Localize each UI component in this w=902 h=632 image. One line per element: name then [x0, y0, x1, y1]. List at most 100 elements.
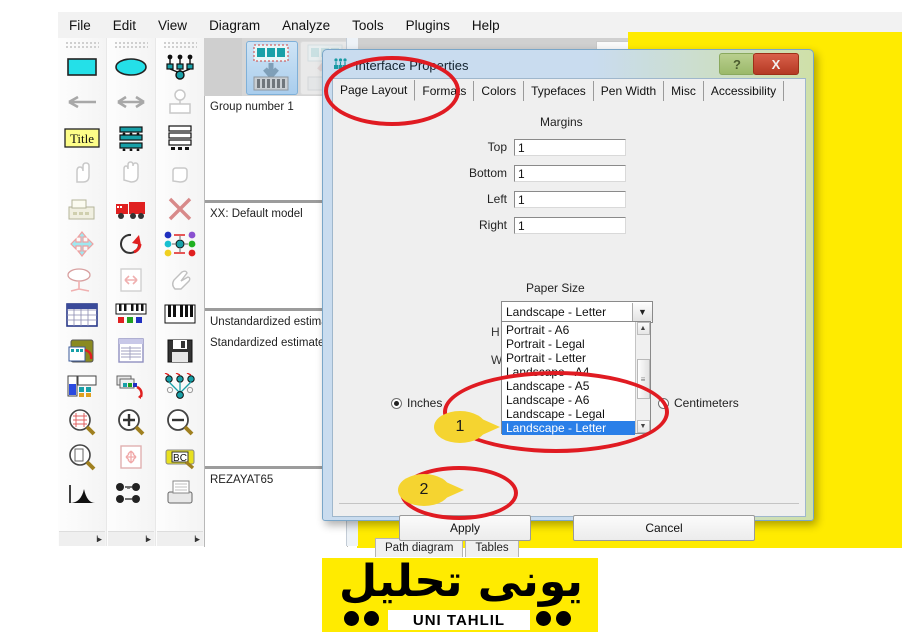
tab-pen-width[interactable]: Pen Width: [594, 81, 665, 101]
analysis-properties-icon[interactable]: [59, 369, 105, 405]
option-portrait-legal[interactable]: Portrait - Legal: [502, 337, 635, 351]
tab-misc[interactable]: Misc: [664, 81, 704, 101]
scroll-up-icon[interactable]: ▲: [636, 322, 650, 335]
toolbox-scroll-3[interactable]: I▸: [157, 531, 203, 546]
logo-dot: [556, 611, 571, 626]
radio-dot-centimeters[interactable]: [658, 397, 669, 409]
piano-keys-alt-icon[interactable]: [157, 298, 203, 334]
margin-right-input[interactable]: 1: [514, 216, 626, 234]
magnify-diagram-icon[interactable]: [59, 404, 105, 440]
degrees-of-freedom-icon[interactable]: [157, 227, 203, 263]
list-variables-model-icon[interactable]: [157, 120, 203, 156]
menu-item-diagram[interactable]: Diagram: [198, 15, 271, 36]
margin-top-input[interactable]: 1: [514, 138, 626, 156]
closed-hand-icon[interactable]: [157, 156, 203, 192]
move-objects-icon[interactable]: [59, 227, 105, 263]
units-inches-radio[interactable]: Inches: [391, 396, 442, 410]
tab-colors[interactable]: Colors: [474, 81, 525, 101]
dialog-close-button[interactable]: X: [753, 53, 799, 75]
toolbox-drag-dots[interactable]: [65, 41, 99, 48]
chevron-down-icon[interactable]: ▼: [632, 303, 652, 321]
list-variables-dataset-icon[interactable]: [108, 120, 154, 156]
model-fit-icon[interactable]: [157, 369, 203, 405]
paper-size-dropdown-list[interactable]: Portrait - A6 Portrait - Legal Portrait …: [501, 321, 651, 435]
menu-item-analyze[interactable]: Analyze: [271, 15, 341, 36]
unstandardized-estimates-button[interactable]: [246, 41, 298, 95]
save-diagram-icon[interactable]: [157, 333, 203, 369]
tab-typefaces[interactable]: Typefaces: [524, 81, 594, 101]
scroll-down-icon[interactable]: ▼: [636, 420, 650, 433]
arrow-left-icon[interactable]: [59, 85, 105, 121]
logo-dot: [344, 611, 359, 626]
callout-step-1: 1: [434, 411, 500, 443]
pointing-hand-icon[interactable]: [59, 156, 105, 192]
toolbox-drag-dots[interactable]: [114, 41, 148, 48]
select-all-icon[interactable]: [157, 262, 203, 298]
latent-variable-icon[interactable]: [157, 85, 203, 121]
spreadsheet-icon[interactable]: [59, 298, 105, 334]
apply-button[interactable]: Apply: [399, 515, 531, 541]
dropdown-scrollbar[interactable]: ▲ ≡ ▼: [635, 322, 650, 433]
print-icon[interactable]: [157, 475, 203, 511]
resize-page-icon[interactable]: [108, 262, 154, 298]
menu-item-help[interactable]: Help: [461, 15, 511, 36]
tab-formats[interactable]: Formats: [415, 81, 475, 101]
option-landscape-legal[interactable]: Landscape - Legal: [502, 407, 635, 421]
menu-item-file[interactable]: File: [58, 15, 102, 36]
page-layout-pane: Margins Top 1 Bottom 1 Left 1 Right 1 H …: [333, 101, 805, 541]
dialog-titlebar[interactable]: Interface Properties ? X: [325, 52, 811, 78]
menu-item-tools[interactable]: Tools: [341, 15, 395, 36]
radio-dot-inches[interactable]: [391, 397, 402, 409]
view-text-output-icon[interactable]: [108, 333, 154, 369]
distribution-curve-icon[interactable]: [59, 475, 105, 511]
scrollbar-thumb[interactable]: ≡: [636, 359, 650, 399]
margin-left-input[interactable]: 1: [514, 190, 626, 208]
move-page-icon[interactable]: [108, 440, 154, 476]
duplicate-objects-icon[interactable]: [108, 369, 154, 405]
preview-page-icon[interactable]: [59, 440, 105, 476]
cancel-button[interactable]: Cancel: [573, 515, 755, 541]
copy-to-clipboard-icon[interactable]: [59, 333, 105, 369]
paper-size-combobox[interactable]: Landscape - Letter ▼: [501, 301, 653, 323]
menu-item-edit[interactable]: Edit: [102, 15, 147, 36]
margin-bottom-input[interactable]: 1: [514, 164, 626, 182]
tab-page-layout[interactable]: Page Layout: [333, 80, 416, 101]
dialog-tab-strip: Page Layout Formats Colors Typefaces Pen…: [333, 79, 805, 102]
option-landscape-a4[interactable]: Landscape - A4: [502, 365, 635, 379]
rotate-arrow-icon[interactable]: [108, 227, 154, 263]
scanner-icon[interactable]: [59, 191, 105, 227]
bayesian-estimation-icon[interactable]: BC: [157, 440, 203, 476]
dialog-help-button[interactable]: ?: [719, 53, 755, 75]
zoom-out-icon[interactable]: [157, 404, 203, 440]
figure-caption-title-icon[interactable]: Title: [59, 120, 105, 156]
toolbox-column-1: Title I▸: [58, 38, 107, 546]
units-centimeters-radio[interactable]: Centimeters: [658, 396, 739, 410]
paper-size-selected-value: Landscape - Letter: [506, 305, 607, 319]
fire-truck-icon[interactable]: [108, 191, 154, 227]
option-portrait-a6[interactable]: Portrait - A6: [502, 323, 635, 337]
dialog-separator: [339, 503, 799, 504]
delete-object-icon[interactable]: [157, 191, 203, 227]
toolbox-drag-dots[interactable]: [163, 41, 197, 48]
multiple-group-icon[interactable]: =: [108, 475, 154, 511]
draw-ellipse-icon[interactable]: [108, 49, 154, 85]
piano-keys-icon[interactable]: [108, 298, 154, 334]
path-diagram-node-icon[interactable]: [157, 49, 203, 85]
toolbox-scroll-2[interactable]: I▸: [108, 531, 154, 546]
menu-item-plugins[interactable]: Plugins: [395, 15, 461, 36]
option-portrait-letter[interactable]: Portrait - Letter: [502, 351, 635, 365]
option-landscape-letter[interactable]: Landscape - Letter: [502, 421, 635, 435]
option-landscape-a5[interactable]: Landscape - A5: [502, 379, 635, 393]
paper-size-heading: Paper Size: [526, 281, 585, 295]
option-landscape-a6[interactable]: Landscape - A6: [502, 393, 635, 407]
grab-hand-icon[interactable]: [108, 156, 154, 192]
rotate-indicator-icon[interactable]: [59, 262, 105, 298]
double-arrow-icon[interactable]: [108, 85, 154, 121]
tab-accessibility[interactable]: Accessibility: [704, 81, 785, 101]
margin-bottom-row: Bottom 1: [423, 163, 626, 183]
interface-properties-dialog: Interface Properties ? X Page Layout For…: [322, 49, 814, 541]
menu-item-view[interactable]: View: [147, 15, 198, 36]
draw-rectangle-icon[interactable]: [59, 49, 105, 85]
zoom-in-icon[interactable]: [108, 404, 154, 440]
toolbox-scroll-1[interactable]: I▸: [59, 531, 105, 546]
